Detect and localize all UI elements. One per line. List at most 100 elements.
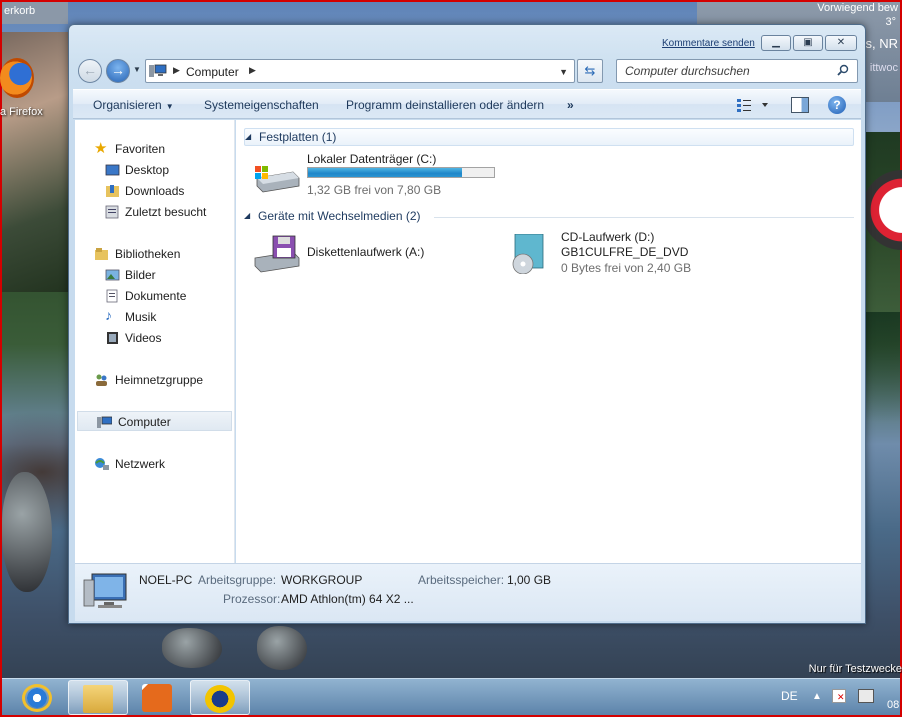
recent-pages-button[interactable]: ▼ <box>133 65 141 74</box>
nav-favorites[interactable]: ★ Favoriten <box>75 139 232 159</box>
cpu-value: AMD Athlon(tm) 64 X2 ... <box>281 592 414 606</box>
language-indicator[interactable]: DE <box>781 689 798 703</box>
search-box[interactable] <box>616 59 858 83</box>
drive-c-name: Lokaler Datenträger (C:) <box>307 152 437 166</box>
nav-computer[interactable]: Computer <box>77 411 232 431</box>
nav-libraries[interactable]: Bibliotheken <box>75 244 232 264</box>
refresh-button[interactable]: ⇆ <box>577 59 603 83</box>
taskbar-internet-explorer[interactable] <box>8 680 68 715</box>
nav-desktop[interactable]: Desktop <box>75 160 232 180</box>
chevron-down-icon: ▼ <box>133 65 141 74</box>
network-tray-icon[interactable] <box>858 689 874 703</box>
group-divider <box>434 217 854 218</box>
clock[interactable]: 08 <box>887 699 899 711</box>
chevron-down-icon: ▼ <box>165 102 174 111</box>
search-input[interactable] <box>617 60 832 82</box>
cd-drive-icon <box>512 234 544 274</box>
homegroup-icon <box>96 374 107 386</box>
nav-downloads[interactable]: Downloads <box>75 181 232 201</box>
details-pane: NOEL-PC Arbeitsgruppe: WORKGROUP Arbeits… <box>75 563 861 621</box>
system-properties-button[interactable]: Systemeigenschaften <box>204 98 319 112</box>
drive-d[interactable]: CD-Laufwerk (D:) GB1CULFRE_DE_DVD 0 Byte… <box>507 230 737 282</box>
organize-label: Organisieren <box>93 98 162 112</box>
weather-condition: Vorwiegend bew <box>817 2 898 14</box>
nav-desktop-label: Desktop <box>125 163 170 177</box>
content-pane: ◢ Festplatten (1) Lokaler Datenträger (C… <box>236 120 861 563</box>
group-removable-label: Geräte mit Wechselmedien (2) <box>258 209 421 223</box>
desktop-recycle-bin-label[interactable]: erkorb <box>2 2 68 24</box>
group-header-removable[interactable]: ◢ Geräte mit Wechselmedien (2) <box>244 208 854 226</box>
downloads-folder-icon <box>106 185 119 197</box>
firefox-icon <box>0 58 34 98</box>
action-center-icon[interactable] <box>832 689 846 703</box>
change-view-button[interactable] <box>736 97 770 113</box>
recent-places-icon <box>105 205 119 219</box>
group-header-harddisks[interactable]: ◢ Festplatten (1) <box>244 128 854 146</box>
drive-d-free-space: 0 Bytes frei von 2,40 GB <box>561 261 692 275</box>
nav-network[interactable]: Netzwerk <box>75 454 232 474</box>
address-bar[interactable]: ▶ Computer ▶ ▼ <box>145 59 575 83</box>
weather-temperature: 3° <box>885 16 896 28</box>
nav-music-label: Musik <box>125 310 157 324</box>
nav-pictures[interactable]: Bilder <box>75 265 232 285</box>
taskbar-explorer[interactable] <box>68 680 128 715</box>
taskbar-app[interactable] <box>190 680 250 715</box>
cpu-label: Prozessor: <box>223 592 281 606</box>
nav-pictures-label: Bilder <box>125 268 156 282</box>
taskbar-media-player[interactable] <box>128 680 188 715</box>
arrow-right-icon: → <box>111 62 125 78</box>
arrow-left-icon: ← <box>83 62 97 78</box>
breadcrumb-computer[interactable]: Computer <box>186 65 239 79</box>
memory-label: Arbeitsspeicher: <box>418 573 505 587</box>
nav-homegroup-label: Heimnetzgruppe <box>115 373 204 387</box>
nav-network-label: Netzwerk <box>115 457 166 471</box>
collapse-triangle-icon: ◢ <box>244 211 251 220</box>
nav-downloads-label: Downloads <box>125 184 185 198</box>
libraries-icon <box>95 248 108 260</box>
preview-pane-button[interactable] <box>791 97 809 113</box>
feedback-link[interactable]: Kommentare senden <box>662 38 755 49</box>
forward-button[interactable]: → <box>106 59 130 83</box>
firefox-label: a Firefox <box>0 106 43 118</box>
show-hidden-icons-button[interactable]: ▲ <box>812 691 822 702</box>
nav-documents[interactable]: Dokumente <box>75 286 232 306</box>
back-button[interactable]: ← <box>78 59 102 83</box>
address-dropdown-icon[interactable]: ▼ <box>559 67 568 77</box>
drive-c-usage-bar <box>307 167 495 178</box>
drive-c[interactable]: Lokaler Datenträger (C:) 1,32 GB frei vo… <box>253 152 513 204</box>
drive-d-label: GB1CULFRE_DE_DVD <box>561 245 689 259</box>
pc-name: NOEL-PC <box>139 573 193 587</box>
maximize-icon: ▣ <box>803 37 813 48</box>
help-button[interactable]: ? <box>828 96 846 114</box>
title-bar[interactable]: Kommentare senden ▁ ▣ ✕ <box>69 25 865 53</box>
nav-homegroup[interactable]: Heimnetzgruppe <box>75 370 232 390</box>
minimize-button[interactable]: ▁ <box>761 35 791 51</box>
drive-a[interactable]: Diskettenlaufwerk (A:) <box>253 230 483 282</box>
uninstall-program-button[interactable]: Programm deinstallieren oder ändern <box>346 98 544 112</box>
nav-videos-label: Videos <box>125 331 162 345</box>
hard-drive-windows-icon <box>255 166 300 193</box>
network-icon <box>95 458 109 470</box>
music-note-icon: ♪ <box>105 307 112 323</box>
breadcrumb-separator-icon[interactable]: ▶ <box>249 65 256 76</box>
desktop-firefox-shortcut[interactable]: a Firefox <box>0 58 66 122</box>
breadcrumb-separator-icon[interactable]: ▶ <box>173 65 180 76</box>
pictures-icon <box>105 269 120 281</box>
close-icon: ✕ <box>836 37 846 48</box>
weather-day: ittwoc <box>869 62 898 74</box>
drive-c-usage-fill <box>308 168 463 177</box>
nav-music[interactable]: ♪ Musik <box>75 307 232 327</box>
nav-videos[interactable]: Videos <box>75 328 232 348</box>
internet-explorer-icon <box>22 684 52 712</box>
nav-recent[interactable]: Zuletzt besucht <box>75 202 232 222</box>
rock-scenery <box>162 628 222 668</box>
maximize-button[interactable]: ▣ <box>793 35 823 51</box>
more-commands-button[interactable]: » <box>567 98 574 112</box>
app-x-icon <box>205 685 235 713</box>
organize-button[interactable]: Organisieren ▼ <box>93 98 174 112</box>
collapse-triangle-icon: ◢ <box>245 132 252 141</box>
close-button[interactable]: ✕ <box>825 35 857 51</box>
videos-icon <box>107 332 118 344</box>
nav-computer-label: Computer <box>118 415 171 429</box>
star-icon: ★ <box>94 140 108 157</box>
